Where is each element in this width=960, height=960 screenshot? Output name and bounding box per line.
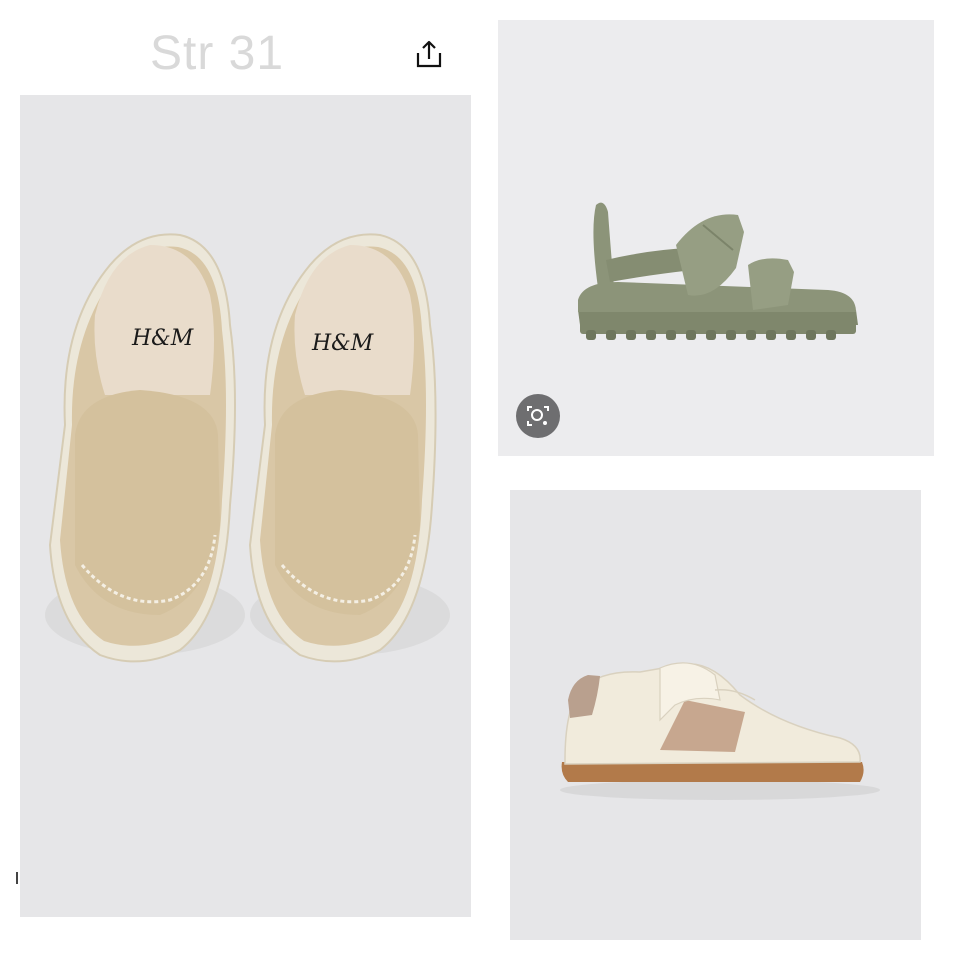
page-title: Str 31 bbox=[150, 27, 285, 80]
right-loafer: H&M bbox=[248, 233, 450, 663]
product-image-sneaker[interactable] bbox=[510, 490, 921, 940]
left-loafer: H&M bbox=[45, 233, 245, 663]
product-image-sandal[interactable] bbox=[498, 20, 934, 456]
product-image-loafers[interactable]: H&M H&M bbox=[20, 95, 471, 917]
brand-print: H&M bbox=[131, 326, 194, 351]
brand-print-right: H&M bbox=[311, 331, 374, 356]
visual-search-icon[interactable] bbox=[516, 394, 560, 438]
edge-marker bbox=[16, 872, 18, 884]
share-icon[interactable] bbox=[412, 38, 446, 72]
